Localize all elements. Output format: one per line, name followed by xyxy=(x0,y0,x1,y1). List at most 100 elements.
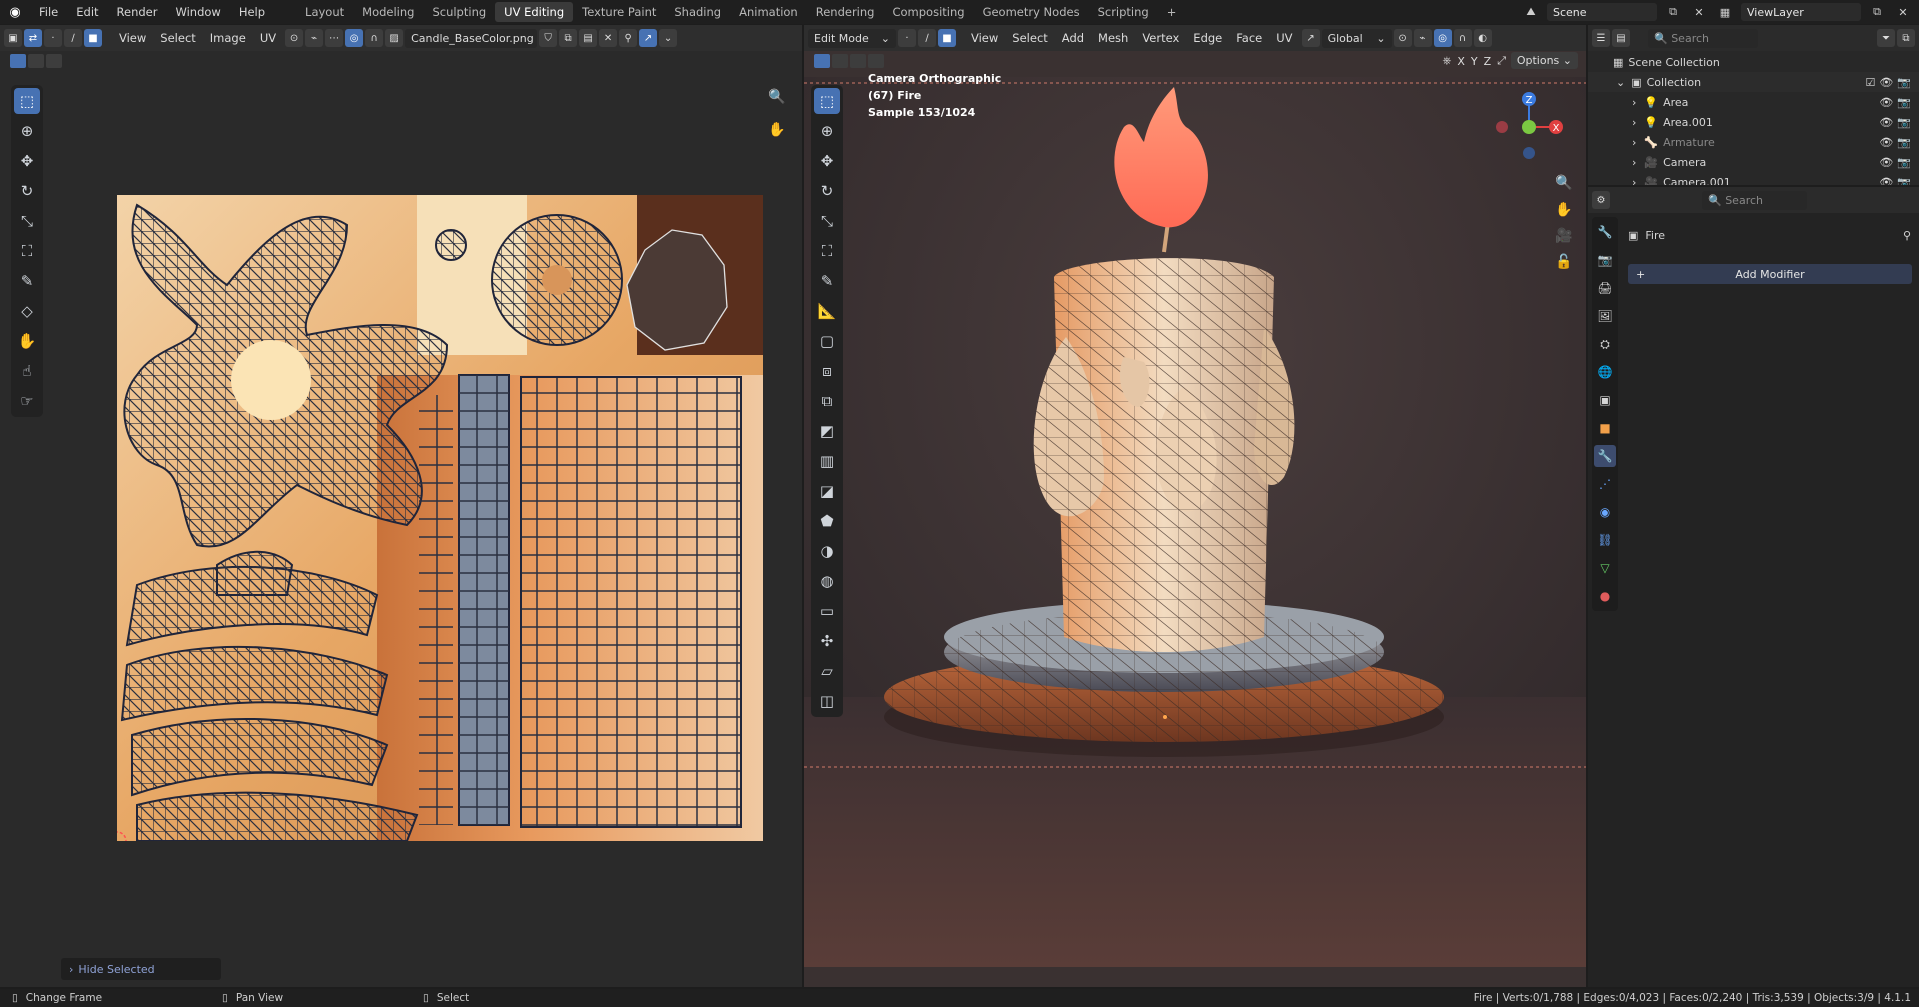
viewport-menu-mesh[interactable]: Mesh xyxy=(1091,31,1135,45)
workspace-tab-compositing[interactable]: Compositing xyxy=(883,0,973,24)
viewport-menu-face[interactable]: Face xyxy=(1229,31,1269,45)
menu-help[interactable]: Help xyxy=(230,0,274,24)
loop-cut-tool-icon[interactable]: ▥ xyxy=(814,448,840,474)
output-tab-icon[interactable]: 🖨 xyxy=(1594,277,1616,299)
fake-user-icon[interactable]: ⛉ xyxy=(539,29,558,47)
menu-edit[interactable]: Edit xyxy=(67,0,107,24)
outliner-search[interactable]: 🔍 Search xyxy=(1648,28,1758,48)
axis-y[interactable]: Y xyxy=(1471,55,1478,68)
blender-logo-icon[interactable]: ◉ xyxy=(0,5,30,20)
mode-selector[interactable]: Edit Mode ⌄ xyxy=(808,28,896,48)
poly-build-tool-icon[interactable]: ⬟ xyxy=(814,508,840,534)
vp-cursor-tool-icon[interactable]: ⊕ xyxy=(814,118,840,144)
uv-menu-uv[interactable]: UV xyxy=(253,31,283,45)
scale-tool-icon[interactable]: ⤡ xyxy=(14,208,40,234)
view-layer-tab-icon[interactable]: 🖼 xyxy=(1594,305,1616,327)
tool-tab-icon[interactable]: 🔧 xyxy=(1594,221,1616,243)
options-button[interactable]: Options ⌄ xyxy=(1510,52,1578,69)
outliner-item-area[interactable]: › 💡 Area 👁 📷 xyxy=(1588,92,1919,112)
vp-transform-tool-icon[interactable]: ⛶ xyxy=(814,238,840,264)
properties-search[interactable]: 🔍 Search xyxy=(1702,190,1807,210)
workspace-tab-layout[interactable]: Layout xyxy=(296,0,353,24)
visibility-eye-icon[interactable]: 👁 xyxy=(1879,136,1893,149)
visibility-eye-icon[interactable]: 👁 xyxy=(1879,116,1893,129)
pan-view-icon[interactable]: ✋ xyxy=(766,119,788,141)
unlink-image-icon[interactable]: ✕ xyxy=(599,29,618,47)
pinch-tool-icon[interactable]: ☞ xyxy=(14,388,40,414)
snap-icon[interactable]: ⌁ xyxy=(305,29,324,47)
add-cube-tool-icon[interactable]: ▢ xyxy=(814,328,840,354)
viewport-menu-vertex[interactable]: Vertex xyxy=(1135,31,1186,45)
navigation-gizmo[interactable]: Z X xyxy=(1494,87,1564,177)
scene-tab-icon[interactable]: ⛭ xyxy=(1594,333,1616,355)
image-name-field[interactable]: Candle_BaseColor.png xyxy=(405,28,538,48)
knife-tool-icon[interactable]: ◪ xyxy=(814,478,840,504)
uv-menu-image[interactable]: Image xyxy=(203,31,253,45)
transform-tool-icon[interactable]: ⛶ xyxy=(14,238,40,264)
visibility-eye-icon[interactable]: 👁 xyxy=(1879,76,1893,89)
select-new-icon[interactable] xyxy=(10,54,26,68)
snapping-icon[interactable]: ⌁ xyxy=(1413,29,1432,47)
move-tool-icon[interactable]: ✥ xyxy=(14,148,40,174)
measure-tool-icon[interactable]: 📐 xyxy=(814,298,840,324)
viewport-menu-edge[interactable]: Edge xyxy=(1186,31,1229,45)
properties-editor-icon[interactable]: ⚙ xyxy=(1592,191,1610,209)
pin-icon[interactable]: ⚲ xyxy=(619,29,638,47)
sync-selection-icon[interactable]: ⇄ xyxy=(24,29,42,47)
vp-zoom-icon[interactable]: 🔍 xyxy=(1553,172,1575,194)
editor-type-icon[interactable]: ▣ xyxy=(4,29,22,47)
render-camera-icon[interactable]: 📷 xyxy=(1897,136,1911,149)
menu-window[interactable]: Window xyxy=(166,0,229,24)
snap-target-icon[interactable]: ⋯ xyxy=(325,29,344,47)
vp-move-tool-icon[interactable]: ✥ xyxy=(814,148,840,174)
workspace-tab-sculpting[interactable]: Sculpting xyxy=(423,0,495,24)
visibility-eye-icon[interactable]: 👁 xyxy=(1879,176,1893,186)
menu-render[interactable]: Render xyxy=(108,0,167,24)
render-tab-icon[interactable]: 📷 xyxy=(1594,249,1616,271)
edge-mode-icon[interactable]: ∕ xyxy=(918,29,936,47)
pin-icon-props[interactable]: ⚲ xyxy=(1903,229,1911,242)
image-browse-icon[interactable]: ▨ xyxy=(385,29,404,47)
uv-sticky-icon[interactable]: ↗ xyxy=(639,29,658,47)
view-layer-selector[interactable]: ViewLayer xyxy=(1741,3,1861,21)
collection-row[interactable]: ⌄ ▣ Collection ☑ 👁 📷 xyxy=(1588,72,1919,92)
material-tab-icon[interactable]: ● xyxy=(1594,585,1616,607)
add-modifier-button[interactable]: + Add Modifier xyxy=(1628,264,1912,284)
shrink-fatten-tool-icon[interactable]: ✣ xyxy=(814,628,840,654)
axis-z[interactable]: Z xyxy=(1484,55,1492,68)
workspace-tab-texture-paint[interactable]: Texture Paint xyxy=(573,0,665,24)
uv-image-canvas[interactable] xyxy=(117,195,763,841)
display-mode-icon[interactable]: ▤ xyxy=(1612,29,1630,47)
rip-region-tool-icon[interactable]: ◫ xyxy=(814,688,840,714)
render-camera-icon[interactable]: 📷 xyxy=(1897,116,1911,129)
render-camera-icon[interactable]: 📷 xyxy=(1897,76,1911,89)
vp-annotate-tool-icon[interactable]: ✎ xyxy=(814,268,840,294)
hide-selected-panel[interactable]: › Hide Selected xyxy=(61,958,221,980)
grab-tool-icon[interactable]: ✋ xyxy=(14,328,40,354)
vp-rotate-tool-icon[interactable]: ↻ xyxy=(814,178,840,204)
modifier-tab-icon[interactable]: 🔧 xyxy=(1594,445,1616,467)
relax-tool-icon[interactable]: ☝ xyxy=(14,358,40,384)
camera-view-icon[interactable]: 🎥 xyxy=(1553,225,1575,247)
open-image-icon[interactable]: ▤ xyxy=(579,29,598,47)
workspace-tab-animation[interactable]: Animation xyxy=(730,0,807,24)
vp-pan-icon[interactable]: ✋ xyxy=(1553,199,1575,221)
viewport-menu-add[interactable]: Add xyxy=(1055,31,1091,45)
proportional-icon[interactable]: ◎ xyxy=(1433,29,1452,47)
scene-selector[interactable]: Scene xyxy=(1547,3,1657,21)
delete-scene-icon[interactable]: ✕ xyxy=(1689,3,1709,21)
world-tab-icon[interactable]: 🌐 xyxy=(1594,361,1616,383)
visibility-icon[interactable]: ◐ xyxy=(1473,29,1492,47)
vertex-mode-icon[interactable]: · xyxy=(898,29,916,47)
mirror-icon[interactable]: ⎈ xyxy=(1443,54,1452,68)
new-image-icon[interactable]: ⧉ xyxy=(559,29,578,47)
workspace-tab-scripting[interactable]: Scripting xyxy=(1089,0,1158,24)
workspace-tab-uv-editing[interactable]: UV Editing xyxy=(495,2,574,22)
bevel-tool-icon[interactable]: ◩ xyxy=(814,418,840,444)
pivot-point-icon[interactable]: ⊙ xyxy=(1393,29,1412,47)
orientation-icon[interactable]: ↗ xyxy=(1301,29,1320,47)
render-camera-icon[interactable]: 📷 xyxy=(1897,96,1911,109)
physics-tab-icon[interactable]: ◉ xyxy=(1594,501,1616,523)
exclude-checkbox-icon[interactable]: ☑ xyxy=(1865,76,1875,89)
chevron-right-icon[interactable]: › xyxy=(1632,96,1636,109)
